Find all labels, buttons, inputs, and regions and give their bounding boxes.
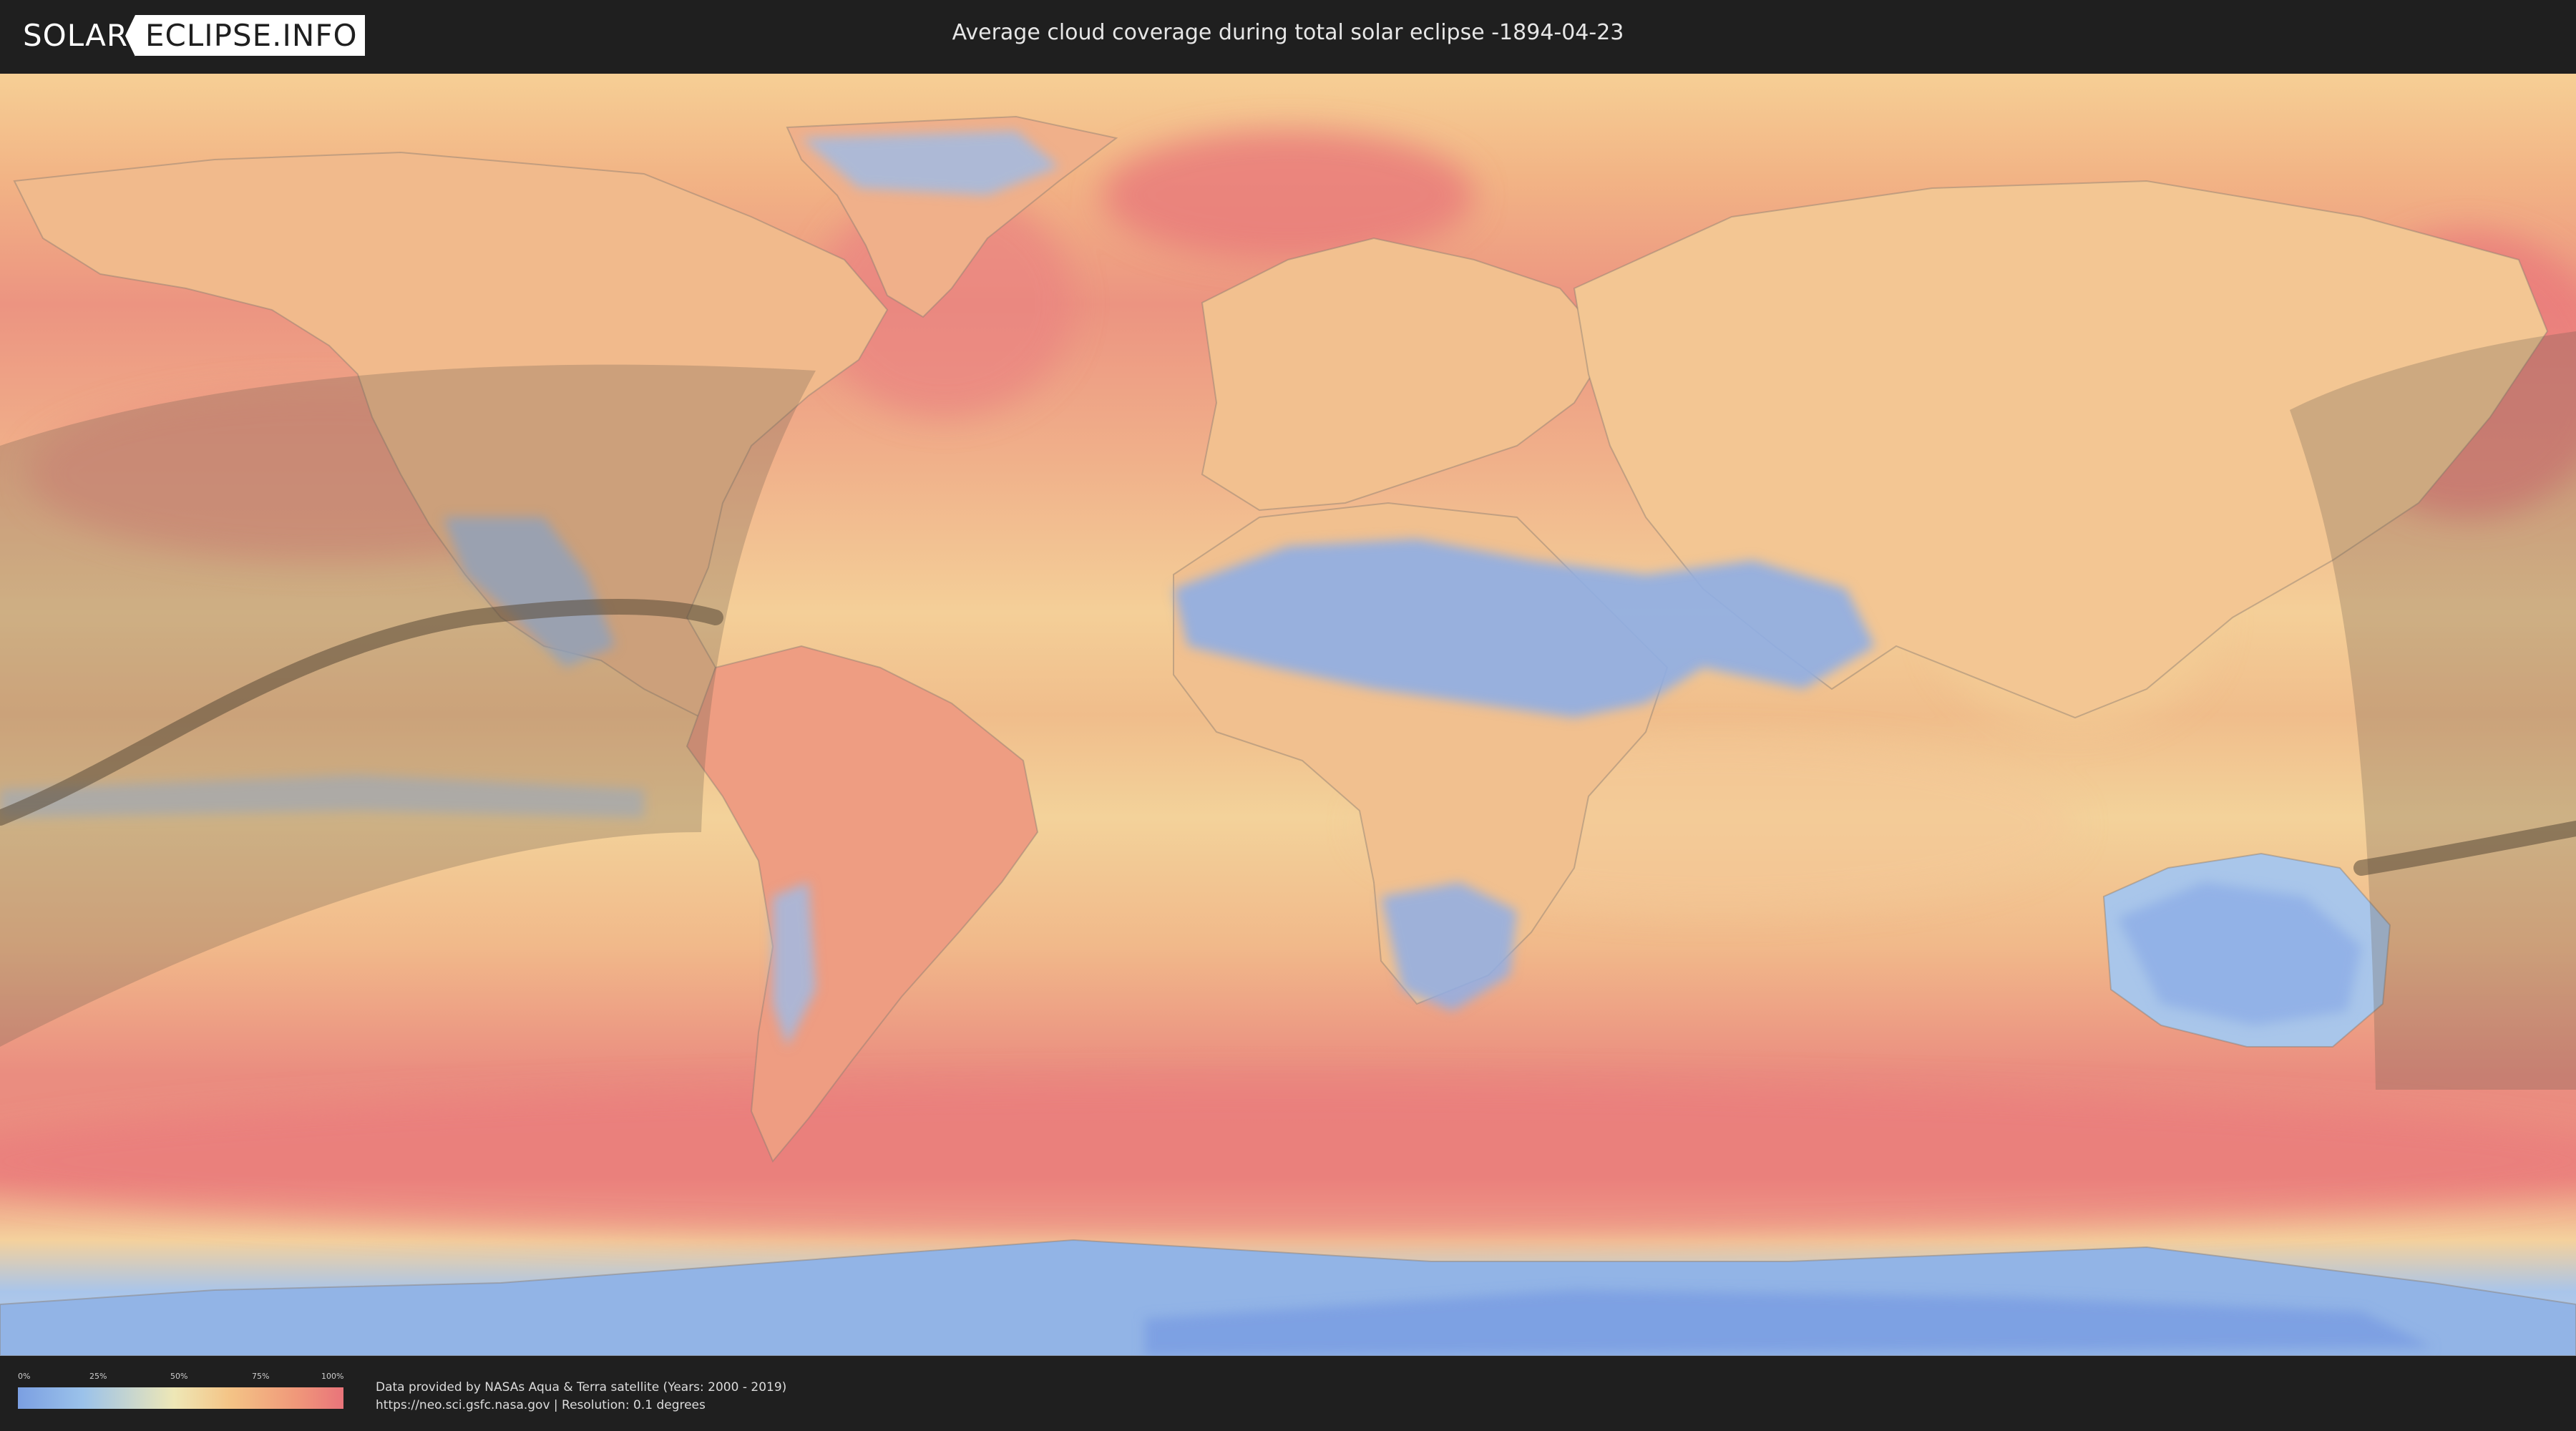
credit-url[interactable]: https://neo.sci.gsfc.nasa.gov | Resoluti…: [376, 1397, 786, 1415]
legend-tick-100: 100%: [321, 1372, 344, 1381]
legend-color-scale: [18, 1387, 343, 1409]
cloud-coverage-map: [0, 74, 2576, 1356]
legend-tick-0: 0%: [18, 1372, 31, 1381]
credit-source: Data provided by NASAs Aqua & Terra sate…: [376, 1380, 787, 1395]
data-credits: Data provided by NASAs Aqua & Terra sate…: [376, 1379, 786, 1415]
legend-tick-75: 75%: [252, 1372, 270, 1381]
header-bar: SOLAR ECLIPSE.INFO Average cloud coverag…: [0, 0, 2576, 72]
page-title: Average cloud coverage during total sola…: [952, 20, 1624, 45]
world-map-svg: [0, 74, 2576, 1356]
legend-tick-50: 50%: [170, 1372, 188, 1381]
legend-tick-25: 25%: [89, 1372, 107, 1381]
legend-ticks: 0% 25% 50% 75% 100%: [18, 1372, 343, 1384]
coverage-legend: 0% 25% 50% 75% 100%: [18, 1372, 343, 1409]
footer-bar: 0% 25% 50% 75% 100% Data provided by NAS…: [0, 1356, 2576, 1431]
